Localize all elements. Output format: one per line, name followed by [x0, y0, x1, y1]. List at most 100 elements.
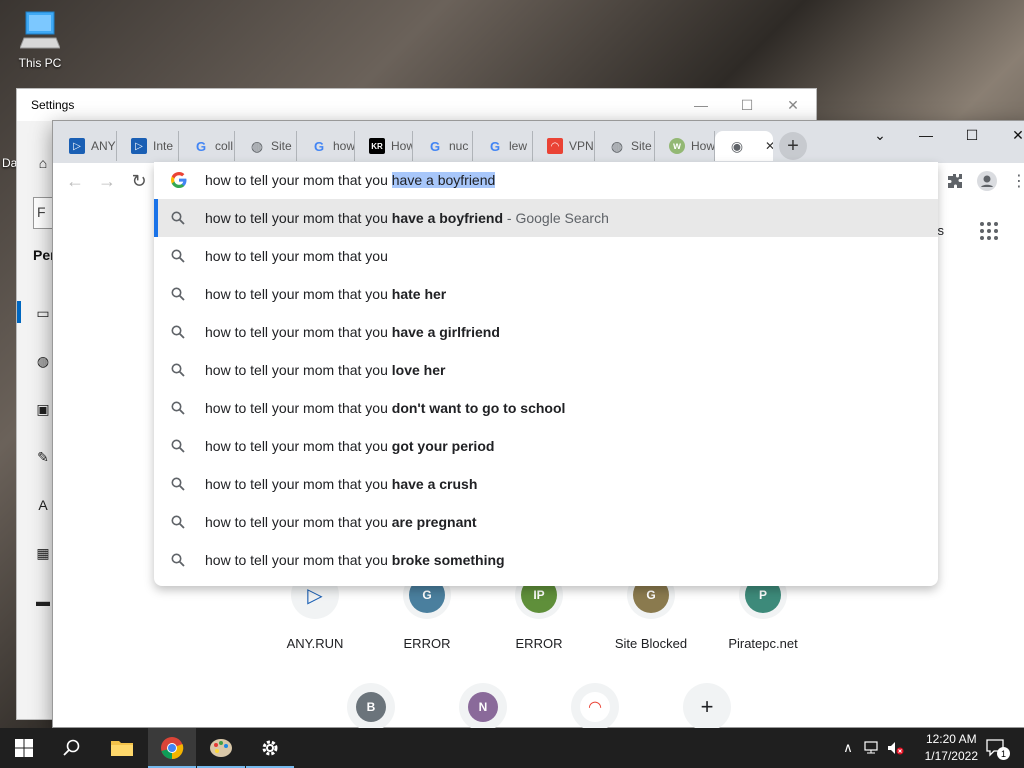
tab-close-icon[interactable]: ✕ [765, 139, 773, 153]
action-center-icon[interactable]: 1 [984, 738, 1010, 760]
shortcut-label: ERROR [403, 636, 451, 651]
suggestion-text: how to tell your mom that you don't want… [205, 400, 565, 416]
suggestion-item[interactable]: how to tell your mom that you have a boy… [154, 199, 938, 237]
tab[interactable]: Gcoll [179, 131, 235, 161]
settings-close-button[interactable]: ✕ [770, 89, 816, 121]
tab[interactable]: Ghow [297, 131, 355, 161]
omnibox-dropdown: how to tell your mom that you have a boy… [154, 162, 938, 586]
show-hidden-icons-icon[interactable]: ∧ [838, 738, 858, 758]
fonts-icon[interactable]: A [33, 495, 53, 515]
tab[interactable]: Gnuc [413, 131, 473, 161]
suggestion-item[interactable]: how to tell your mom that you don't want… [154, 389, 938, 427]
start-icon[interactable]: ▦ [33, 543, 53, 563]
globe-icon: ◍ [610, 137, 624, 154]
suggestion-item[interactable]: how to tell your mom that you are pregna… [154, 503, 938, 541]
chrome-maximize-button[interactable]: ☐ [949, 121, 995, 149]
forward-button[interactable]: → [95, 169, 119, 193]
shortcut-icon: B [356, 692, 386, 722]
paint-taskbar-button[interactable] [197, 728, 245, 768]
lock-screen-icon[interactable]: ▣ [33, 399, 53, 419]
chrome-icon [161, 737, 184, 760]
this-pc-desktop-icon[interactable]: This PC [12, 8, 68, 70]
google-icon [171, 172, 187, 188]
network-icon[interactable] [862, 738, 882, 758]
google-icon: G [313, 138, 325, 154]
suggestion-item[interactable]: how to tell your mom that you got your p… [154, 427, 938, 465]
settings-window-controls: — ☐ ✕ [678, 89, 816, 121]
web-store-icon: ◠ [580, 692, 610, 722]
extensions-icon[interactable] [945, 171, 965, 191]
address-bar[interactable]: how to tell your mom that you have a boy… [154, 162, 938, 199]
themes-icon[interactable]: ✎ [33, 447, 53, 467]
tab[interactable]: ◍ Site [235, 131, 297, 161]
tab-title: nuc [449, 139, 469, 153]
suggestion-text: how to tell your mom that you [205, 248, 388, 264]
suggestion-completion: don't want to go to school [391, 400, 566, 416]
notification-badge: 1 [997, 747, 1010, 760]
start-button[interactable] [0, 728, 48, 768]
suggestion-text: how to tell your mom that you broke some… [205, 552, 505, 568]
suggestion-item[interactable]: how to tell your mom that you have a gir… [154, 313, 938, 351]
reload-button[interactable]: ↻ [127, 169, 151, 193]
tab-title: Inte [153, 139, 174, 153]
windows-logo-icon [15, 739, 33, 757]
suggestion-item[interactable]: how to tell your mom that you have a cru… [154, 465, 938, 503]
tab[interactable]: w How [655, 131, 715, 161]
suggestion-prefix: how to tell your mom that you [205, 248, 388, 264]
apps-grid-icon[interactable] [979, 221, 999, 246]
shortcut-label: Piratepc.net [728, 636, 798, 651]
tab[interactable]: ◍ Site [595, 131, 655, 161]
tab-title: how [333, 139, 355, 153]
tab[interactable]: ▷ Inte [117, 131, 179, 161]
shortcut-label: ERROR [515, 636, 563, 651]
tab[interactable]: Glew [473, 131, 533, 161]
suggestion-completion: got your period [391, 438, 495, 454]
suggestion-item[interactable]: how to tell your mom that you love her [154, 351, 938, 389]
shortcut-label: ANY.RUN [286, 636, 344, 651]
suggestion-text: how to tell your mom that you are pregna… [205, 514, 477, 530]
back-button[interactable]: ← [63, 169, 87, 193]
suggestion-prefix: how to tell your mom that you [205, 324, 392, 340]
settings-taskbar-button[interactable] [246, 728, 294, 768]
chrome-close-button[interactable]: ✕ [995, 121, 1024, 149]
chrome-menu-icon[interactable]: ⋮ [1009, 171, 1024, 191]
tab-active[interactable]: ◉ ✕ [715, 131, 773, 161]
suggestion-item[interactable]: how to tell your mom that you [154, 237, 938, 275]
suggestion-prefix: how to tell your mom that you [205, 514, 392, 530]
chrome-icon: ◉ [730, 137, 744, 154]
suggestion-item[interactable]: how to tell your mom that you hate her [154, 275, 938, 313]
settings-maximize-button[interactable]: ☐ [724, 89, 770, 121]
taskbar-settings-icon[interactable]: ▬ [33, 591, 53, 611]
background-icon[interactable]: ▭ [33, 303, 53, 323]
selected-indicator [17, 301, 21, 323]
new-tab-button[interactable]: + [779, 132, 807, 160]
tab-title: Site [631, 139, 652, 153]
home-icon[interactable]: ⌂ [33, 153, 53, 173]
gear-icon [262, 740, 278, 756]
colors-icon[interactable]: ◍ [33, 351, 53, 371]
chrome-minimize-button[interactable]: — [903, 121, 949, 149]
file-explorer-button[interactable] [98, 728, 146, 768]
suggestion-text: how to tell your mom that you hate her [205, 286, 446, 302]
clock-date: 1/17/2022 [924, 749, 978, 763]
tab-title: How [391, 139, 413, 153]
shortcut-label: Site Blocked [614, 636, 688, 651]
tab-search-icon[interactable]: ⌄ [857, 121, 903, 149]
suggestion-prefix: how to tell your mom that you [205, 552, 392, 568]
system-clock[interactable]: 12:20 AM 1/17/2022 [925, 731, 978, 765]
search-button[interactable] [48, 728, 96, 768]
suggestion-completion: love her [391, 362, 446, 378]
volume-muted-icon[interactable] [886, 738, 906, 758]
tab-title: VPN [569, 139, 594, 153]
profile-avatar-icon[interactable] [977, 171, 997, 191]
search-icon [171, 363, 185, 377]
tab[interactable]: KR How [355, 131, 413, 161]
tab[interactable]: ◠ VPN [533, 131, 595, 161]
tab[interactable]: ▷ ANY [55, 131, 117, 161]
search-icon [171, 515, 185, 529]
chrome-taskbar-button[interactable] [148, 728, 196, 768]
search-icon [171, 553, 185, 567]
suggestion-text: how to tell your mom that you have a gir… [205, 324, 500, 340]
settings-minimize-button[interactable]: — [678, 89, 724, 121]
suggestion-item[interactable]: how to tell your mom that you broke some… [154, 541, 938, 579]
